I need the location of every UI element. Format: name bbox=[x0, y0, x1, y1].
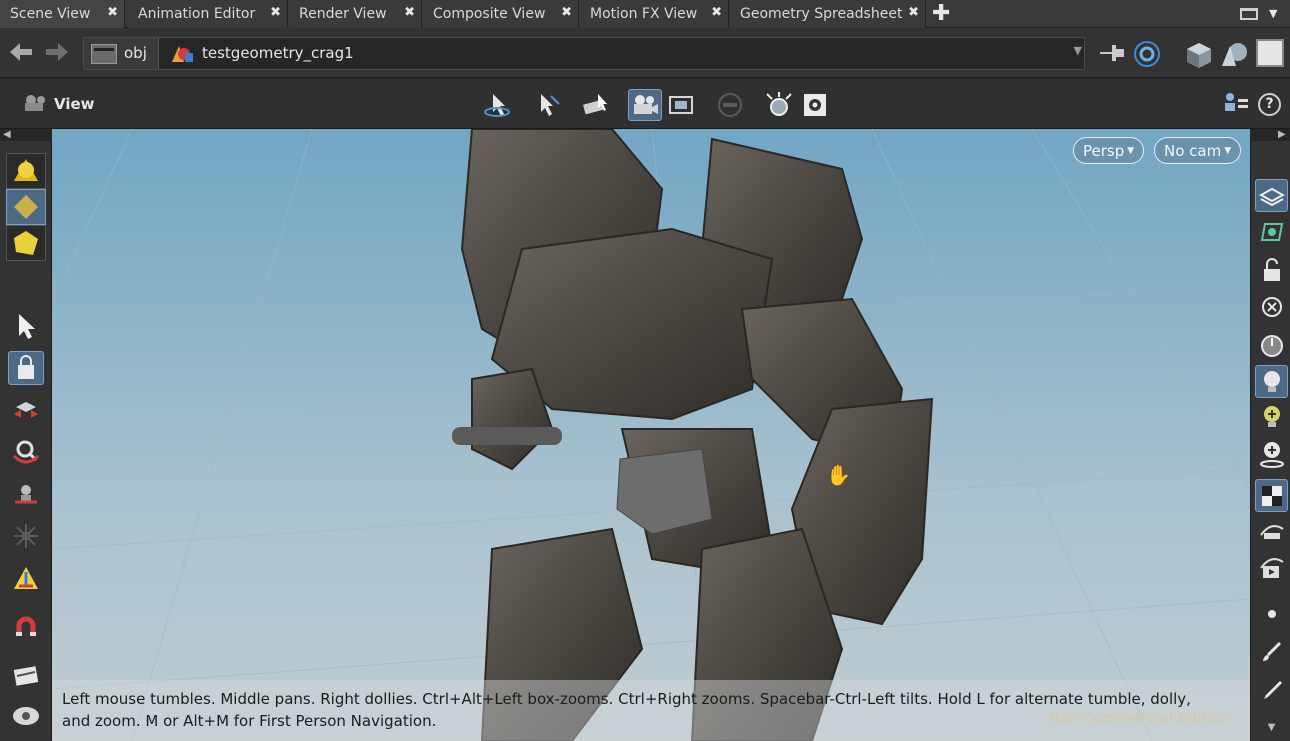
view-camera-icon[interactable] bbox=[22, 93, 48, 113]
tab-composite-view[interactable]: Composite View ✖ bbox=[423, 0, 579, 28]
camera-link-icon[interactable] bbox=[1132, 40, 1162, 68]
arrow-left-icon[interactable] bbox=[8, 40, 34, 70]
camera-menu[interactable]: No cam ▼ bbox=[1154, 137, 1242, 164]
scroll-left-icon[interactable]: ◀ bbox=[3, 129, 11, 140]
lock-select-icon[interactable] bbox=[8, 351, 44, 385]
pane-menu-icon[interactable]: ▼ bbox=[1269, 7, 1277, 20]
select-primitives-icon[interactable] bbox=[6, 225, 46, 261]
tab-label: Geometry Spreadsheet bbox=[740, 6, 903, 22]
chevron-down-icon: ▼ bbox=[1127, 145, 1135, 156]
checker-cube-icon[interactable] bbox=[1255, 479, 1288, 512]
point-icon[interactable] bbox=[1255, 597, 1288, 630]
template-icon[interactable] bbox=[1255, 215, 1288, 248]
layers-icon[interactable] bbox=[1255, 179, 1288, 212]
magnet-icon[interactable] bbox=[8, 611, 44, 645]
add-tab-icon[interactable]: ✚ bbox=[932, 1, 950, 26]
ghost-camera-icon[interactable] bbox=[1255, 515, 1288, 548]
right-display-shelf: ▼ bbox=[1250, 141, 1290, 741]
viewport-camera-icon[interactable] bbox=[8, 699, 44, 733]
environment-light-icon[interactable] bbox=[1255, 437, 1288, 470]
left-tool-shelf bbox=[0, 141, 52, 741]
select-tool-icon[interactable] bbox=[480, 89, 514, 121]
ghost-icon[interactable] bbox=[713, 89, 747, 121]
snapping-icon[interactable] bbox=[578, 89, 612, 121]
tab-label: Composite View bbox=[433, 6, 546, 22]
breadcrumb-label[interactable]: testgeometry_crag1 bbox=[202, 44, 354, 62]
unlock-icon[interactable] bbox=[1255, 253, 1288, 286]
pin-icon[interactable] bbox=[1098, 40, 1126, 66]
chevron-down-icon: ▼ bbox=[1224, 145, 1232, 156]
tab-label: Scene View bbox=[10, 6, 91, 22]
edition-watermark: Non-Commercial Edition bbox=[1048, 709, 1230, 727]
tab-geometry-spreadsheet[interactable]: Geometry Spreadsheet ✖ bbox=[730, 0, 926, 28]
tab-render-view[interactable]: Render View ✖ bbox=[289, 0, 422, 28]
geometry-node-icon bbox=[172, 46, 193, 62]
close-circle-icon[interactable] bbox=[1255, 291, 1288, 324]
viewport-scene bbox=[52, 129, 1250, 741]
select-arrow-icon[interactable] bbox=[8, 309, 44, 343]
viewer-title: View bbox=[54, 95, 95, 113]
status-hint: Left mouse tumbles. Middle pans. Right d… bbox=[52, 680, 1250, 741]
camera-view-icon[interactable] bbox=[628, 89, 662, 121]
object-network-icon bbox=[91, 44, 117, 64]
chevron-down-icon[interactable]: ▼ bbox=[1074, 44, 1082, 57]
tab-label: Animation Editor bbox=[138, 6, 256, 22]
network-path[interactable]: obj testgeometry_crag1 ▼ bbox=[83, 37, 1085, 70]
chevron-down-icon[interactable]: ▼ bbox=[1255, 711, 1288, 741]
handle-tool-icon[interactable] bbox=[8, 561, 44, 595]
close-icon[interactable]: ✖ bbox=[270, 5, 281, 20]
pen-icon[interactable] bbox=[1255, 673, 1288, 706]
tab-scene-view[interactable]: Scene View ✖ bbox=[0, 0, 125, 28]
add-light-icon[interactable] bbox=[1255, 401, 1288, 434]
secure-select-icon[interactable] bbox=[530, 89, 564, 121]
shading-icon[interactable] bbox=[1218, 40, 1252, 70]
tab-animation-editor[interactable]: Animation Editor ✖ bbox=[128, 0, 288, 28]
scale-tool-icon[interactable] bbox=[8, 477, 44, 511]
frame-view-icon[interactable] bbox=[664, 89, 698, 121]
path-bar: obj testgeometry_crag1 ▼ bbox=[0, 28, 1290, 78]
pane-tab-bar: Scene View ✖ Animation Editor ✖ Render V… bbox=[0, 0, 1290, 28]
cube-icon[interactable] bbox=[1184, 40, 1214, 70]
scene-viewport[interactable]: Persp ▼ No cam ▼ ✋ Left mouse tumbles. Mid… bbox=[52, 129, 1250, 741]
close-icon[interactable]: ✖ bbox=[107, 5, 118, 20]
close-icon[interactable]: ✖ bbox=[561, 5, 572, 20]
close-icon[interactable]: ✖ bbox=[711, 5, 722, 20]
perspective-label: Persp bbox=[1083, 141, 1125, 160]
lights-icon[interactable] bbox=[762, 89, 796, 121]
breadcrumb-obj[interactable]: obj bbox=[84, 38, 159, 69]
close-icon[interactable]: ✖ bbox=[404, 5, 415, 20]
light-bulb-icon[interactable] bbox=[1255, 365, 1288, 398]
brush-icon[interactable] bbox=[1255, 635, 1288, 668]
tab-motion-fx-view[interactable]: Motion FX View ✖ bbox=[580, 0, 729, 28]
scroll-right-icon[interactable]: ▶ bbox=[1278, 129, 1286, 140]
arrow-right-icon[interactable] bbox=[44, 40, 70, 70]
flipbook-icon[interactable] bbox=[1255, 551, 1288, 584]
breadcrumb-label: obj bbox=[124, 44, 147, 62]
close-icon[interactable]: ✖ bbox=[908, 5, 919, 20]
camera-label: No cam bbox=[1164, 141, 1222, 160]
select-points-icon[interactable] bbox=[6, 189, 46, 225]
hand-cursor-icon: ✋ bbox=[826, 463, 851, 487]
tab-label: Motion FX View bbox=[590, 6, 698, 22]
display-sets-icon[interactable] bbox=[1220, 91, 1250, 119]
tab-label: Render View bbox=[299, 6, 387, 22]
pose-tool-icon[interactable] bbox=[8, 519, 44, 553]
select-objects-icon[interactable] bbox=[6, 153, 46, 189]
gauge-icon[interactable] bbox=[1255, 329, 1288, 362]
background-swatch-icon[interactable] bbox=[1256, 39, 1284, 67]
render-region-icon[interactable] bbox=[8, 659, 44, 693]
move-tool-icon[interactable] bbox=[8, 393, 44, 427]
display-options-icon[interactable] bbox=[798, 89, 832, 121]
rotate-tool-icon[interactable] bbox=[8, 435, 44, 469]
perspective-menu[interactable]: Persp ▼ bbox=[1073, 137, 1145, 164]
maximize-pane-icon[interactable] bbox=[1240, 8, 1258, 20]
help-icon[interactable]: ? bbox=[1258, 93, 1281, 116]
viewer-toolbar: View ? bbox=[0, 79, 1290, 129]
